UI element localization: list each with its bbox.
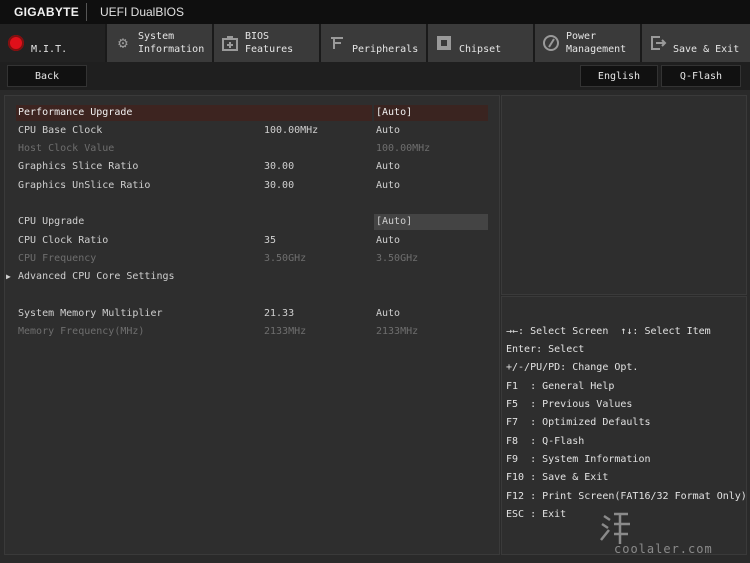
brand-divider [86,3,87,21]
setting-current-value: 30.00 [264,161,295,172]
setting-cpu-base-clock[interactable]: CPU Base Clock 100.00MHz Auto [18,123,488,139]
sub-toolbar: Back English Q-Flash [0,62,750,90]
setting-label: CPU Clock Ratio [18,235,109,246]
help-line: F1 : General Help [506,381,615,392]
help-line: F9 : System Information [506,454,651,465]
setting-memory-frequency: Memory Frequency(MHz) 2133MHz 2133MHz [18,324,488,340]
setting-label: Host Clock Value [18,143,115,154]
setting-current-value: 3.50GHz [264,253,307,264]
help-line: Enter: Select [506,344,585,355]
setting-value: 100.00MHz [376,143,431,154]
setting-performance-upgrade[interactable]: Performance Upgrade [Auto] [16,105,488,121]
tab-label: BIOS Features [245,31,294,55]
submenu-arrow-icon: ▶ [6,272,11,281]
setting-system-memory-multiplier[interactable]: System Memory Multiplier 21.33 Auto [18,306,488,322]
setting-current-value: 2133MHz [264,326,307,337]
setting-cpu-frequency: CPU Frequency 3.50GHz 3.50GHz [18,251,488,267]
setting-value: 3.50GHz [376,253,419,264]
settings-panel: Performance Upgrade [Auto] CPU Base Cloc… [4,95,500,555]
tab-label: Chipset [459,44,502,55]
setting-label: Advanced CPU Core Settings [18,271,175,282]
bios-features-icon [220,33,240,53]
watermark-text: coolaler.com [614,542,713,556]
setting-value[interactable]: Auto [376,306,400,322]
setting-label: CPU Base Clock [18,125,103,136]
setting-label: System Memory Multiplier [18,308,163,319]
help-line: F12 : Print Screen(FAT16/32 Format Only) [506,491,747,502]
brand-logo: GIGABYTE [14,5,80,19]
tab-label: Peripherals [352,44,419,55]
qflash-button[interactable]: Q-Flash [661,65,741,87]
tab-label: Save & Exit [673,44,740,55]
setting-value[interactable]: Auto [376,159,400,175]
tab-label: Power Management [566,31,627,55]
setting-cpu-upgrade[interactable]: CPU Upgrade [Auto] [18,214,488,230]
help-line: ESC : Exit [506,509,567,520]
tab-mit[interactable]: M.I.T. [0,24,106,62]
peripherals-icon [327,33,347,53]
tab-bios-features[interactable]: BIOS Features [214,24,320,62]
setting-label: Memory Frequency(MHz) [18,326,145,337]
mit-dot-icon [6,33,26,53]
item-description-panel [501,95,747,295]
setting-current-value: 35 [264,235,277,246]
setting-value[interactable]: Auto [376,178,400,194]
setting-label: Performance Upgrade [18,107,133,118]
exit-icon [648,33,668,53]
setting-value[interactable]: [Auto] [376,214,412,230]
setting-advanced-cpu-core-settings[interactable]: ▶ Advanced CPU Core Settings [6,269,488,285]
tab-save-exit[interactable]: Save & Exit [642,24,750,62]
product-title: UEFI DualBIOS [100,5,185,19]
setting-value[interactable]: Auto [376,123,400,139]
tab-system-information[interactable]: ⚙ System Information [107,24,213,62]
tab-chipset[interactable]: Chipset [428,24,534,62]
setting-label: Graphics Slice Ratio [18,161,139,172]
setting-label: CPU Frequency [18,253,97,264]
setting-current-value: 100.00MHz [264,125,319,136]
watermark: coolaler.com [596,510,746,558]
help-line: F10 : Save & Exit [506,472,609,483]
setting-graphics-slice-ratio[interactable]: Graphics Slice Ratio 30.00 Auto [18,159,488,175]
setting-label: CPU Upgrade [18,216,85,227]
setting-current-value: 21.33 [264,308,295,319]
language-button[interactable]: English [580,65,658,87]
setting-current-value: 30.00 [264,180,295,191]
tab-power-management[interactable]: Power Management [535,24,641,62]
help-line: +/-/PU/PD: Change Opt. [506,362,639,373]
help-line: F5 : Previous Values [506,399,633,410]
setting-host-clock-value: Host Clock Value 100.00MHz [18,141,488,157]
gear-icon: ⚙ [118,33,128,52]
tab-label: M.I.T. [31,44,68,55]
main-tabs: M.I.T. ⚙ System Information BIOS Feature… [0,24,750,62]
help-line: F8 : Q-Flash [506,436,585,447]
help-line: F7 : Optimized Defaults [506,417,651,428]
back-button[interactable]: Back [7,65,87,87]
top-bar: GIGABYTE UEFI DualBIOS [0,0,750,24]
setting-label: Graphics UnSlice Ratio [18,180,151,191]
setting-cpu-clock-ratio[interactable]: CPU Clock Ratio 35 Auto [18,233,488,249]
setting-value[interactable]: Auto [376,233,400,249]
setting-value[interactable]: [Auto] [376,105,412,121]
help-line: →←: Select Screen ↑↓: Select Item [506,326,711,337]
tab-label: System Information [138,31,205,55]
tab-peripherals[interactable]: Peripherals [321,24,427,62]
setting-graphics-unslice-ratio[interactable]: Graphics UnSlice Ratio 30.00 Auto [18,178,488,194]
power-icon [541,33,561,53]
chipset-icon [434,33,454,53]
setting-value: 2133MHz [376,326,419,337]
